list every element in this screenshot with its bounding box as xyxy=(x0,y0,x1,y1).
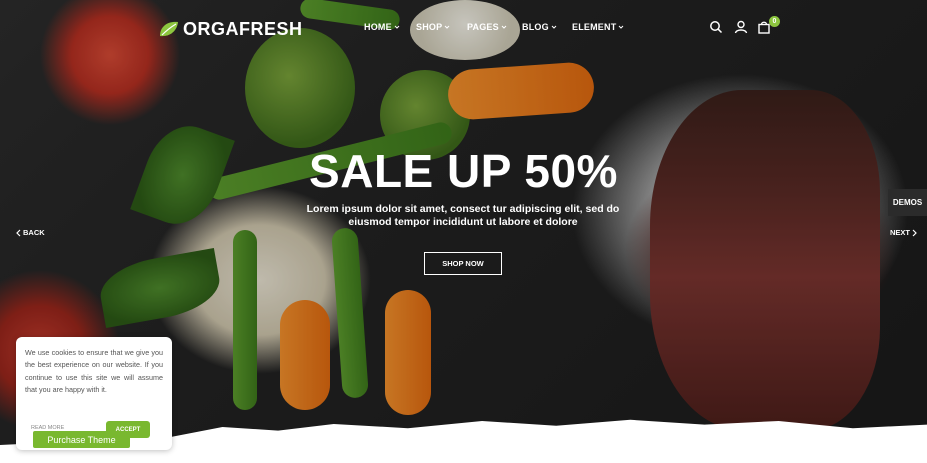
purchase-theme-button[interactable]: Purchase Theme xyxy=(33,431,130,448)
demos-tab[interactable]: DEMOS xyxy=(888,189,927,216)
chevron-left-icon xyxy=(16,229,21,236)
nav-element-label: ELEMENT xyxy=(572,22,617,32)
shop-now-button[interactable]: SHOP NOW xyxy=(424,252,502,275)
chevron-right-icon xyxy=(912,229,917,236)
user-icon[interactable] xyxy=(734,20,748,34)
chevron-down-icon xyxy=(551,25,557,29)
nav-home[interactable]: HOME xyxy=(364,22,416,32)
chevron-down-icon xyxy=(619,25,624,29)
nav-home-label: HOME xyxy=(364,22,392,32)
nav-pages-label: PAGES xyxy=(467,22,499,32)
nav-element[interactable]: ELEMENT xyxy=(572,22,632,32)
leaf-logo-icon xyxy=(160,21,178,37)
site-logo[interactable]: ORGAFRESH xyxy=(158,16,303,42)
chevron-down-icon xyxy=(501,25,507,29)
main-nav: HOME SHOP PAGES BLOG ELEMENT xyxy=(364,22,632,32)
cart-count-badge: 0 xyxy=(769,16,780,27)
nav-blog-label: BLOG xyxy=(522,22,549,32)
slider-prev-button[interactable]: BACK xyxy=(15,228,45,237)
nav-shop[interactable]: SHOP xyxy=(416,22,467,32)
logo-text: ORGAFRESH xyxy=(183,18,303,39)
chevron-down-icon xyxy=(444,25,450,29)
slider-next-label: NEXT xyxy=(890,228,911,237)
hero-subtitle: Lorem ipsum dolor sit amet, consect tur … xyxy=(306,203,620,228)
slider-next-button[interactable]: NEXT xyxy=(890,228,918,237)
nav-shop-label: SHOP xyxy=(416,22,443,32)
slider-prev-label: BACK xyxy=(23,228,45,237)
search-icon[interactable] xyxy=(709,20,723,34)
chevron-down-icon xyxy=(394,25,400,29)
cookie-text: We use cookies to ensure that we give yo… xyxy=(25,348,163,395)
hero-title: SALE UP 50% xyxy=(309,145,618,197)
nav-pages[interactable]: PAGES xyxy=(467,22,522,32)
nav-blog[interactable]: BLOG xyxy=(522,22,572,32)
